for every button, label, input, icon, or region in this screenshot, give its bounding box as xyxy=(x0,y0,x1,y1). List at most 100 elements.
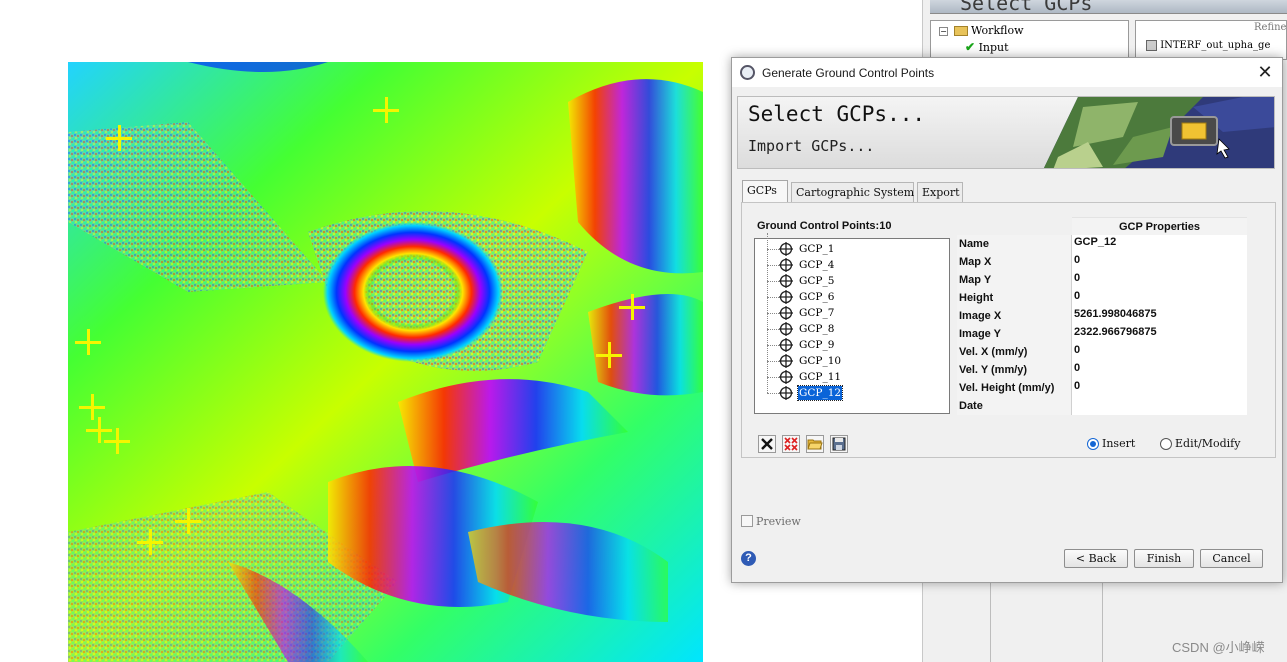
tree-connector xyxy=(767,297,768,313)
delete-gcp-button[interactable] xyxy=(758,435,776,453)
gcp-crosshair-icon xyxy=(779,370,793,384)
panel-divider xyxy=(990,580,991,662)
delete-all-icon xyxy=(784,437,798,451)
workflow-tree-input-label: Input xyxy=(978,41,1009,54)
gcp-tree-list[interactable]: GCP_1 GCP_4 GCP_5 GCP_6 GCP_7 GCP_8 GCP_9 GCP_1… xyxy=(754,233,950,414)
gcp-list-item[interactable]: GCP_11 xyxy=(755,361,945,385)
gcp-list-item[interactable]: GCP_7 xyxy=(755,297,945,321)
property-value-field[interactable]: 0 xyxy=(1072,343,1247,361)
property-key: Map X xyxy=(957,253,1072,271)
workflow-tree-input[interactable]: ✔ Input xyxy=(965,40,1009,54)
open-gcps-button[interactable] xyxy=(806,435,824,453)
gcp-marker xyxy=(373,97,399,123)
gcp-list-item[interactable]: GCP_6 xyxy=(755,281,945,305)
save-gcps-button[interactable] xyxy=(830,435,848,453)
collapse-icon[interactable]: − xyxy=(939,26,948,36)
gcp-crosshair-icon xyxy=(779,354,793,368)
gcp-marker xyxy=(596,342,622,368)
property-row: Image X 5261.998046875 xyxy=(957,307,1247,325)
property-value-field[interactable]: GCP_12 xyxy=(1072,235,1247,253)
tree-connector xyxy=(767,249,768,265)
wizard-title: Select GCPs... xyxy=(748,102,926,126)
property-row: Name GCP_12 xyxy=(957,235,1247,253)
property-value-field[interactable]: 0 xyxy=(1072,253,1247,271)
property-value-field[interactable]: 0 xyxy=(1072,361,1247,379)
checkbox-unchecked-icon[interactable] xyxy=(741,515,753,527)
property-row: Image Y 2322.966796875 xyxy=(957,325,1247,343)
edit-modify-radio-label: Edit/Modify xyxy=(1175,437,1241,450)
tab-export[interactable]: Export xyxy=(917,182,963,202)
property-key: Image X xyxy=(957,307,1072,325)
background-file-list: Refine INTERF_out_upha_ge xyxy=(1135,20,1287,60)
gcp-crosshair-icon xyxy=(779,242,793,256)
property-value-field[interactable]: 5261.998046875 xyxy=(1072,307,1247,325)
property-value-field[interactable] xyxy=(1072,397,1247,415)
tab-gcps[interactable]: GCPs xyxy=(742,180,788,202)
gcp-list-item-label: GCP_10 xyxy=(799,355,842,367)
open-folder-icon xyxy=(807,439,823,450)
wizard-header: Select GCPs... Import GCPs... xyxy=(737,96,1275,169)
tab-cartographic-system[interactable]: Cartographic System xyxy=(791,182,914,202)
finish-button[interactable]: Finish xyxy=(1134,549,1194,568)
gcp-marker xyxy=(175,508,201,534)
background-banner: Select GCPs xyxy=(930,0,1287,15)
close-icon[interactable]: ✕ xyxy=(1254,61,1276,83)
background-list-item-label: INTERF_out_upha_ge xyxy=(1160,40,1271,51)
gcp-crosshair-icon xyxy=(779,386,793,400)
gcp-marker xyxy=(619,294,645,320)
radio-unselected-icon[interactable] xyxy=(1160,438,1172,450)
gcp-list-item[interactable]: GCP_5 xyxy=(755,265,945,289)
back-button[interactable]: < Back xyxy=(1064,549,1128,568)
property-value-field[interactable]: 2322.966796875 xyxy=(1072,325,1247,343)
gcp-marker xyxy=(106,125,132,151)
gcp-list-item[interactable]: GCP_9 xyxy=(755,329,945,353)
gcp-crosshair-icon xyxy=(779,306,793,320)
cancel-button[interactable]: Cancel xyxy=(1200,549,1263,568)
background-banner-title: Select GCPs xyxy=(960,0,1093,15)
property-key: Image Y xyxy=(957,325,1072,343)
property-key: Map Y xyxy=(957,271,1072,289)
gcp-list-item[interactable]: GCP_10 xyxy=(755,345,945,369)
gcp-marker xyxy=(104,428,130,454)
background-list-header: Refine xyxy=(1254,22,1287,33)
tree-connector xyxy=(767,361,768,377)
radio-selected-icon[interactable] xyxy=(1087,438,1099,450)
property-value-field[interactable]: 0 xyxy=(1072,289,1247,307)
watermark: CSDN @小峥嵘 xyxy=(1172,640,1265,655)
delete-all-gcps-button[interactable] xyxy=(782,435,800,453)
help-icon[interactable]: ? xyxy=(741,551,756,566)
workflow-tree[interactable]: − Workflow ✔ Input xyxy=(930,20,1129,60)
dialog-titlebar[interactable]: Generate Ground Control Points ✕ xyxy=(732,58,1282,87)
tree-connector xyxy=(767,281,768,297)
property-row: Vel. X (mm/y) 0 xyxy=(957,343,1247,361)
gcp-crosshair-icon xyxy=(779,290,793,304)
background-list-item[interactable]: INTERF_out_upha_ge xyxy=(1146,40,1270,51)
delete-icon xyxy=(761,438,773,450)
gcp-list-item-label: GCP_6 xyxy=(799,291,835,303)
property-key: Vel. Height (mm/y) xyxy=(957,379,1072,397)
property-value-field[interactable]: 0 xyxy=(1072,271,1247,289)
gcp-count-text: Ground Control Points: xyxy=(757,220,880,232)
gcp-list-item-label: GCP_12 xyxy=(796,385,844,401)
gcp-list-item-label: GCP_11 xyxy=(799,371,842,383)
gcp-list-item-label: GCP_4 xyxy=(799,259,835,271)
gcp-list-item-label: GCP_5 xyxy=(799,275,835,287)
gcp-properties-header: GCP Properties xyxy=(1072,217,1247,235)
gcp-properties-table: Name GCP_12 Map X 0 Map Y 0 Height 0 Image X 5261… xyxy=(957,235,1247,415)
tree-connector xyxy=(767,265,768,281)
gcp-list-item[interactable]: GCP_12 xyxy=(755,377,945,401)
checkmark-icon: ✔ xyxy=(965,40,976,54)
gcps-tab-panel: Ground Control Points:10 GCP_1 GCP_4 GCP_5… xyxy=(741,202,1276,458)
property-key: Date xyxy=(957,397,1072,415)
property-key: Vel. X (mm/y) xyxy=(957,343,1072,361)
property-value-field[interactable]: 0 xyxy=(1072,379,1247,397)
app-icon xyxy=(740,65,755,80)
panel-divider xyxy=(1102,580,1103,662)
satellite-thumbnail-image xyxy=(1043,97,1274,168)
gcp-list-item[interactable]: GCP_1 xyxy=(755,233,945,257)
workflow-tree-root[interactable]: − Workflow xyxy=(939,24,1023,38)
tree-connector xyxy=(767,377,768,393)
interferogram-image xyxy=(68,62,703,662)
gcp-list-item[interactable]: GCP_4 xyxy=(755,249,945,273)
gcp-list-item[interactable]: GCP_8 xyxy=(755,313,945,337)
